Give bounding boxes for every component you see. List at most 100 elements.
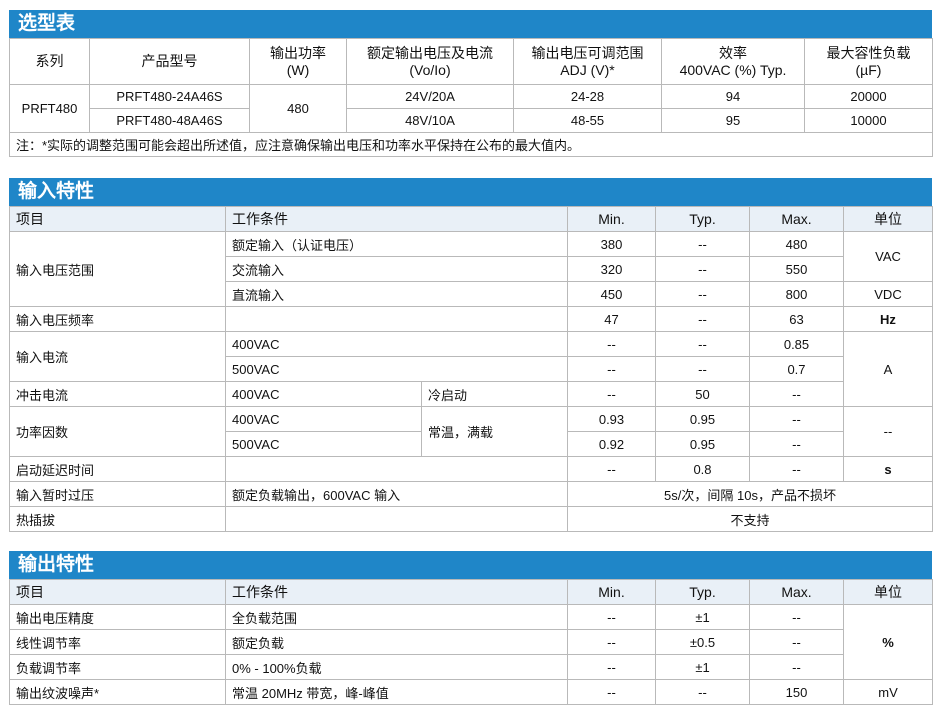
selection-title: 选型表 (9, 10, 932, 38)
typ-cell: -- (655, 256, 750, 282)
typ-cell: -- (655, 281, 750, 307)
surge-label: 输入暂时过压 (9, 481, 226, 507)
header-voltage-current: 额定输出电压及电流 (Vo/Io) (346, 38, 514, 85)
header-adj: 输出电压可调范围 ADJ (V)* (513, 38, 662, 85)
header-efficiency: 效率 400VAC (%) Typ. (661, 38, 805, 85)
row-label: 线性调节率 (9, 629, 226, 655)
min-cell: -- (567, 629, 656, 655)
cond-cell: 全负载范围 (225, 604, 568, 630)
max-cell: 0.7 (749, 356, 844, 382)
selection-note: 注：*实际的调整范围可能会超出所述值，应注意确保输出电压和功率水平保持在公布的最… (9, 132, 933, 157)
cond-cell: 500VAC (225, 356, 568, 382)
min-cell: 0.93 (567, 406, 656, 432)
max-cell: -- (749, 654, 844, 680)
vo-cell: 48V/10A (346, 108, 514, 133)
max-cell: 480 (749, 231, 844, 257)
typ-cell: -- (655, 679, 750, 705)
typ-cell: -- (655, 306, 750, 332)
min-cell: -- (567, 604, 656, 630)
typ-cell: ±1 (655, 654, 750, 680)
cond-cell: 400VAC (225, 331, 568, 357)
unit-cell: s (843, 456, 933, 482)
max-cell: 150 (749, 679, 844, 705)
typ-cell: -- (655, 331, 750, 357)
min-cell: 380 (567, 231, 656, 257)
cond-cell: 额定负载 (225, 629, 568, 655)
input-title: 输入特性 (9, 178, 932, 206)
delay-label: 启动延迟时间 (9, 456, 226, 482)
series-cell: PRFT480 (9, 84, 90, 133)
max-cell: 800 (749, 281, 844, 307)
voltage-range-label: 输入电压范围 (9, 231, 226, 307)
max-cell: -- (749, 381, 844, 407)
typ-cell: 0.8 (655, 456, 750, 482)
typ-cell: -- (655, 356, 750, 382)
min-cell: -- (567, 456, 656, 482)
max-cell: 550 (749, 256, 844, 282)
cond2-cell: 冷启动 (421, 381, 568, 407)
typ-cell: ±0.5 (655, 629, 750, 655)
cond-cell: 常温 20MHz 带宽，峰-峰值 (225, 679, 568, 705)
header-min: Min. (567, 579, 656, 605)
unit-cell: Hz (843, 306, 933, 332)
unit-cell: % (843, 604, 933, 680)
min-cell: 47 (567, 306, 656, 332)
adj-cell: 48-55 (513, 108, 662, 133)
header-item: 项目 (9, 206, 226, 232)
surge-value: 5s/次，间隔 10s，产品不损坏 (567, 481, 933, 507)
selection-table: 系列 产品型号 输出功率 (W) 额定输出电压及电流 (Vo/Io) 输出电压可调范… (9, 38, 933, 157)
header-cond: 工作条件 (225, 579, 568, 605)
power-cell: 480 (249, 84, 347, 133)
cond-cell: 400VAC (225, 406, 422, 432)
max-cell: -- (749, 629, 844, 655)
min-cell: -- (567, 381, 656, 407)
cond-cell: 额定负载输出，600VAC 输入 (225, 481, 568, 507)
header-model: 产品型号 (89, 38, 250, 85)
max-cell: -- (749, 456, 844, 482)
typ-cell: -- (655, 231, 750, 257)
cond-cell: 0% - 100%负载 (225, 654, 568, 680)
header-series: 系列 (9, 38, 90, 85)
cond-cell: 500VAC (225, 431, 422, 457)
unit-cell: -- (843, 406, 933, 457)
header-power: 输出功率 (W) (249, 38, 347, 85)
min-cell: 0.92 (567, 431, 656, 457)
model-cell: PRFT480-24A46S (89, 84, 250, 109)
header-typ: Typ. (655, 206, 750, 232)
max-cell: -- (749, 406, 844, 432)
current-label: 输入电流 (9, 331, 226, 382)
min-cell: -- (567, 331, 656, 357)
min-cell: 320 (567, 256, 656, 282)
min-cell: -- (567, 654, 656, 680)
header-item: 项目 (9, 579, 226, 605)
header-cond: 工作条件 (225, 206, 568, 232)
pf-label: 功率因数 (9, 406, 226, 457)
typ-cell: 0.95 (655, 406, 750, 432)
header-max: Max. (749, 579, 844, 605)
table-row: PRFT480 PRFT480-24A46S 480 24V/20A 24-28… (9, 84, 933, 133)
header-unit: 单位 (843, 579, 933, 605)
max-cell: -- (749, 604, 844, 630)
vo-cell: 24V/20A (346, 84, 514, 109)
cap-cell: 20000 (804, 84, 933, 109)
unit-cell: VDC (843, 281, 933, 307)
header-typ: Typ. (655, 579, 750, 605)
min-cell: -- (567, 679, 656, 705)
header-min: Min. (567, 206, 656, 232)
header-unit: 单位 (843, 206, 933, 232)
cond-cell: 交流输入 (225, 256, 568, 282)
unit-cell: A (843, 331, 933, 407)
eff-cell: 95 (661, 108, 805, 133)
model-cell: PRFT480-48A46S (89, 108, 250, 133)
cap-cell: 10000 (804, 108, 933, 133)
output-title: 输出特性 (9, 551, 932, 579)
row-label: 输出电压精度 (9, 604, 226, 630)
max-cell: 0.85 (749, 331, 844, 357)
max-cell: 63 (749, 306, 844, 332)
ripple-label: 输出纹波噪声* (9, 679, 226, 705)
cond2-cell: 常温，满载 (421, 406, 568, 457)
typ-cell: 50 (655, 381, 750, 407)
max-cell: -- (749, 431, 844, 457)
adj-cell: 24-28 (513, 84, 662, 109)
cond-cell: 400VAC (225, 381, 422, 407)
